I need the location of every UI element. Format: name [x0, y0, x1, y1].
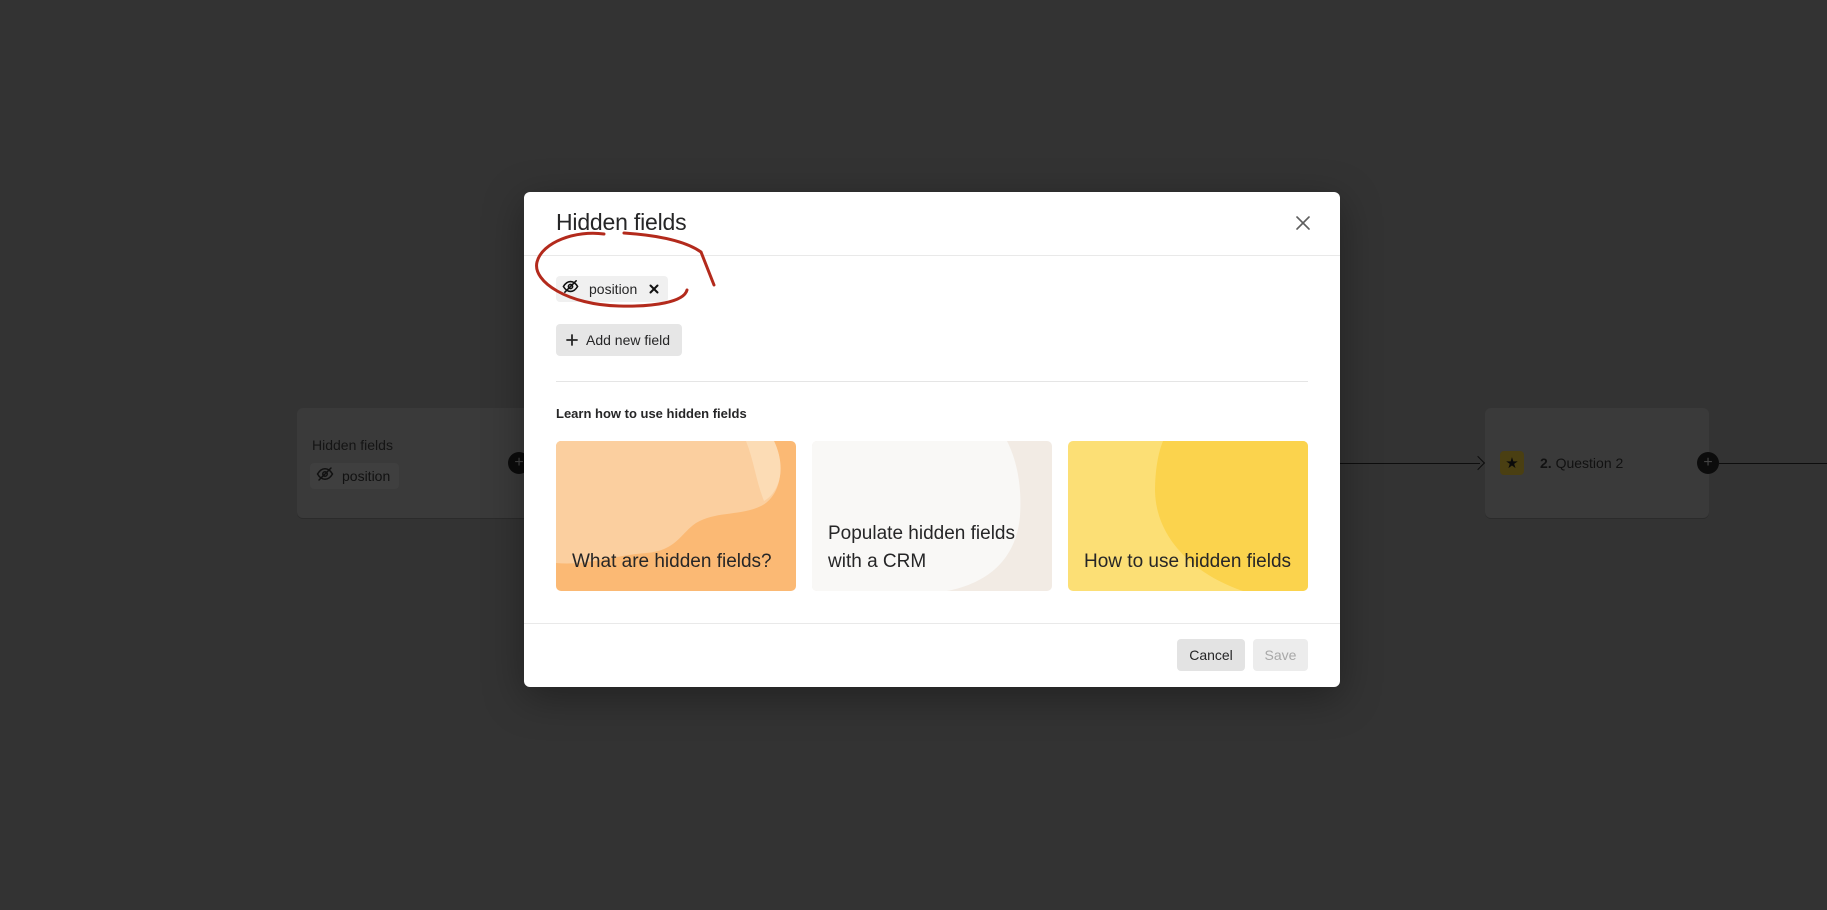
hidden-field-pill: position — [310, 463, 400, 489]
close-button[interactable] — [1292, 212, 1314, 234]
question-number: 2. — [1540, 455, 1552, 471]
save-button[interactable]: Save — [1253, 639, 1308, 671]
learn-heading: Learn how to use hidden fields — [556, 406, 747, 421]
hidden-fields-node: Hidden fields position — [297, 408, 533, 518]
section-divider — [556, 381, 1308, 382]
question-title: Question 2 — [1555, 455, 1624, 471]
dialog-title: Hidden fields — [556, 209, 687, 235]
arrow-icon — [1470, 455, 1486, 471]
hidden-field-chip-label: position — [589, 281, 638, 297]
add-new-field-button[interactable]: Add new field — [556, 324, 683, 356]
plus-icon — [566, 334, 578, 346]
hidden-fields-node-title: Hidden fields — [312, 437, 393, 453]
connector-line — [1340, 463, 1480, 464]
cancel-button[interactable]: Cancel — [1177, 639, 1245, 671]
close-icon — [1296, 216, 1310, 230]
eye-slash-icon — [562, 278, 579, 300]
question-node: ★ 2. Question 2 — [1485, 408, 1709, 518]
footer-divider — [524, 623, 1340, 624]
resource-card-what-are-hidden-fields[interactable]: What are hidden fields? — [556, 441, 796, 591]
x-icon — [649, 284, 659, 294]
hidden-field-chip: position — [556, 276, 669, 302]
resource-card-title: How to use hidden fields — [1084, 551, 1292, 572]
resource-card-title: What are hidden fields? — [572, 551, 772, 572]
resource-card-title: Populate hidden fields with a CRM — [828, 523, 1015, 572]
resource-card-how-to-use[interactable]: How to use hidden fields — [1068, 441, 1308, 591]
add-new-field-label: Add new field — [586, 332, 671, 348]
connector-line — [1719, 463, 1827, 464]
remove-field-button[interactable] — [647, 282, 661, 296]
question-node-label: 2. Question 2 — [1540, 455, 1623, 471]
resource-card-populate-with-crm[interactable]: Populate hidden fields with a CRM — [812, 441, 1052, 591]
hidden-fields-dialog: Hidden fields position Add new field Lea… — [524, 192, 1340, 687]
eye-slash-icon — [316, 465, 334, 488]
header-divider — [524, 255, 1340, 256]
plus-icon: + — [1697, 452, 1719, 474]
hidden-field-pill-label: position — [342, 468, 391, 484]
star-icon: ★ — [1500, 451, 1524, 475]
